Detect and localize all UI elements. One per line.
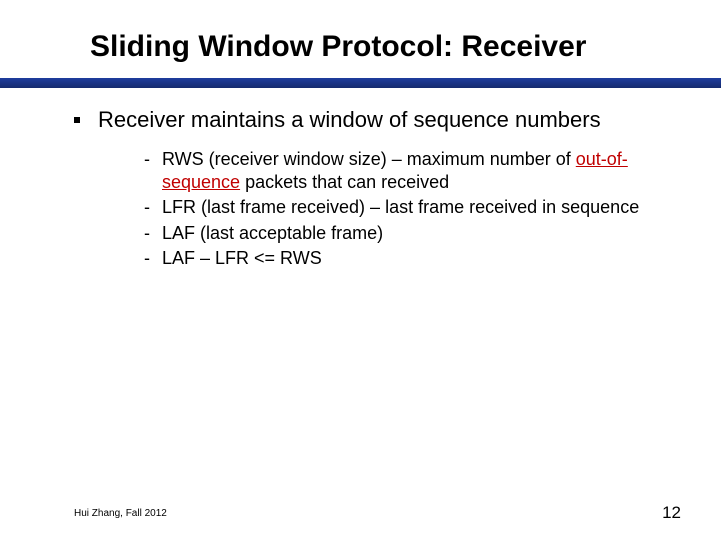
sub-bullet-item: - RWS (receiver window size) – maximum n… xyxy=(144,148,661,195)
sub-bullet-list: - RWS (receiver window size) – maximum n… xyxy=(74,148,661,271)
text-span: RWS (receiver window size) – maximum num… xyxy=(162,149,576,169)
sub-bullet-text: LAF – LFR <= RWS xyxy=(162,247,322,270)
slide: Sliding Window Protocol: Receiver Receiv… xyxy=(0,0,721,541)
sub-bullet-item: - LAF (last acceptable frame) xyxy=(144,222,661,245)
footer-page-number: 12 xyxy=(662,503,681,523)
sub-bullet-item: - LAF – LFR <= RWS xyxy=(144,247,661,270)
sub-bullet-text: LFR (last frame received) – last frame r… xyxy=(162,196,639,219)
square-bullet-icon xyxy=(74,117,80,123)
sub-bullet-text: LAF (last acceptable frame) xyxy=(162,222,383,245)
bullet-level1-text: Receiver maintains a window of sequence … xyxy=(98,106,601,134)
dash-bullet-icon: - xyxy=(144,247,156,270)
sub-bullet-item: - LFR (last frame received) – last frame… xyxy=(144,196,661,219)
slide-title: Sliding Window Protocol: Receiver xyxy=(0,0,721,78)
dash-bullet-icon: - xyxy=(144,196,156,219)
bullet-level1: Receiver maintains a window of sequence … xyxy=(74,106,661,134)
sub-bullet-text: RWS (receiver window size) – maximum num… xyxy=(162,148,661,195)
dash-bullet-icon: - xyxy=(144,148,156,171)
footer-author: Hui Zhang, Fall 2012 xyxy=(74,508,167,519)
dash-bullet-icon: - xyxy=(144,222,156,245)
slide-body: Receiver maintains a window of sequence … xyxy=(0,106,721,270)
text-span: packets that can received xyxy=(240,172,449,192)
title-underline-bar xyxy=(0,78,721,88)
